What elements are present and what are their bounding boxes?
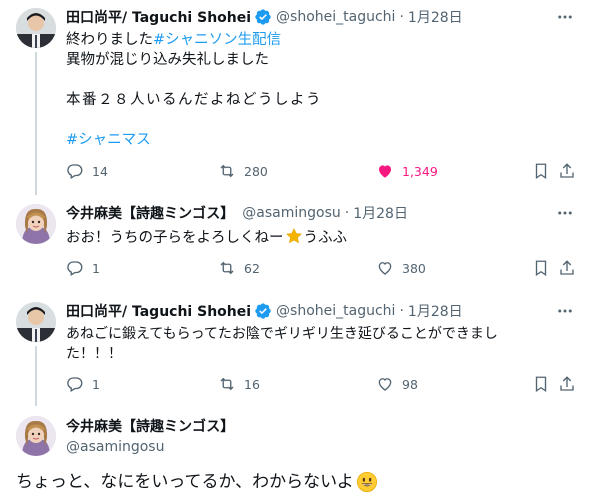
tweet-text-line: た！！！ — [66, 346, 122, 362]
user-handle[interactable]: @shohei_taguchi — [276, 303, 395, 319]
repost-icon — [220, 377, 234, 391]
bookmark-button[interactable] — [532, 258, 558, 278]
repost-button[interactable]: 280 — [218, 161, 268, 181]
reply-button[interactable]: 1 — [66, 258, 100, 278]
share-button[interactable] — [558, 374, 584, 394]
tweet-text-line: 本番２８人いるんだよねどうしよう — [66, 92, 322, 108]
tweet-header: 田口尚平/ Taguchi Shohei @shohei_taguchi · 1… — [66, 301, 463, 321]
like-button[interactable]: 380 — [376, 258, 426, 278]
verified-badge-icon — [255, 9, 271, 25]
more-options-icon[interactable] — [554, 300, 576, 322]
tweet-text-line: おお！うちの子らをよろしくねー — [66, 230, 284, 246]
heart-icon — [378, 378, 392, 391]
avatar[interactable] — [16, 204, 56, 244]
reply-icon — [67, 377, 83, 392]
tweet-text-line: ちょっと、なにをいってるか、わからないよ — [16, 472, 354, 492]
share-icon — [560, 163, 574, 178]
like-button[interactable]: 98 — [376, 374, 418, 394]
focused-tweet[interactable]: 今井麻美【詩趣ミンゴス】 @asamingosu ちょっと、なにをいってるか、わ… — [0, 406, 592, 502]
tweet-text-line: うふふ — [303, 230, 348, 246]
repost-count: 62 — [244, 260, 260, 276]
star-emoji-icon — [285, 227, 302, 244]
repost-count: 16 — [244, 376, 260, 392]
tweet-text: 終わりました#シャニソン生配信 異物が混じり込み失礼しました 本番２８人いるんだ… — [66, 30, 566, 150]
like-count: 98 — [402, 376, 418, 392]
tweet-actions: 1 62 380 — [66, 258, 576, 278]
tweet-header: 今井麻美【詩趣ミンゴス】 @asamingosu · 1月28日 — [66, 203, 408, 223]
tweet-header-handle: @asamingosu — [66, 437, 164, 457]
bookmark-icon — [535, 376, 547, 393]
share-icon — [560, 376, 574, 391]
bookmark-button[interactable] — [532, 374, 558, 394]
user-handle[interactable]: @asamingosu — [242, 205, 340, 221]
tweet-date[interactable]: 1月28日 — [408, 301, 463, 321]
tweet-3[interactable]: 田口尚平/ Taguchi Shohei @shohei_taguchi · 1… — [0, 294, 592, 406]
reply-count: 14 — [92, 163, 108, 179]
tweet-date[interactable]: 1月28日 — [353, 203, 408, 223]
tweet-date[interactable]: 1月28日 — [408, 7, 463, 27]
repost-icon — [220, 164, 234, 178]
grinning-face-emoji-icon — [356, 472, 377, 492]
share-icon — [560, 260, 574, 275]
repost-button[interactable]: 16 — [218, 374, 260, 394]
verified-badge-icon — [255, 303, 271, 319]
avatar[interactable] — [16, 416, 56, 456]
separator-dot: · — [399, 9, 404, 25]
thread-line — [35, 346, 37, 406]
reply-icon — [67, 261, 83, 276]
tweet-text: あねごに鍛えてもらってたお陰でギリギリ生き延びることができまし た！！！ — [66, 324, 566, 364]
avatar[interactable] — [16, 8, 56, 48]
bookmark-icon — [535, 260, 547, 277]
tweet-text-line: 終わりました — [66, 32, 153, 48]
tweet-header: 田口尚平/ Taguchi Shohei @shohei_taguchi · 1… — [66, 7, 463, 27]
tweet-text: おお！うちの子らをよろしくねー うふふ — [66, 227, 566, 248]
separator-dot: · — [344, 205, 350, 221]
tweet-1[interactable]: 田口尚平/ Taguchi Shohei @shohei_taguchi · 1… — [0, 0, 592, 195]
share-button[interactable] — [558, 161, 584, 181]
user-handle[interactable]: @asamingosu — [66, 439, 164, 455]
tweet-text-line: 異物が混じり込み失礼しました — [66, 52, 269, 68]
like-button[interactable]: 1,349 — [376, 161, 438, 181]
repost-icon — [220, 261, 234, 275]
repost-button[interactable]: 62 — [218, 258, 260, 278]
display-name[interactable]: 今井麻美【詩趣ミンゴス】 — [66, 416, 234, 436]
repost-count: 280 — [244, 163, 268, 179]
bookmark-button[interactable] — [532, 161, 558, 181]
tweet-text-line: あねごに鍛えてもらってたお陰でギリギリ生き延びることができまし — [66, 326, 498, 342]
separator-dot: · — [399, 303, 404, 319]
display-name[interactable]: 今井麻美【詩趣ミンゴス】 — [66, 203, 234, 223]
avatar[interactable] — [16, 302, 56, 342]
thread-line — [35, 52, 37, 195]
hashtag-link[interactable]: #シャニマス — [66, 132, 151, 148]
more-options-icon[interactable] — [554, 202, 576, 224]
reply-count: 1 — [92, 376, 100, 392]
display-name[interactable]: 田口尚平/ Taguchi Shohei — [66, 7, 251, 27]
tweet-text: ちょっと、なにをいってるか、わからないよ — [16, 470, 378, 494]
tweet-2[interactable]: 今井麻美【詩趣ミンゴス】 @asamingosu · 1月28日 おお！うちの子… — [0, 195, 592, 294]
tweet-header: 今井麻美【詩趣ミンゴス】 — [66, 416, 234, 436]
heart-icon — [378, 262, 392, 275]
tweet-actions: 1 16 98 — [66, 374, 576, 394]
like-count: 380 — [402, 260, 426, 276]
bookmark-icon — [535, 163, 547, 180]
reply-icon — [67, 164, 83, 179]
hashtag-link[interactable]: #シャニソン生配信 — [153, 32, 281, 48]
like-count: 1,349 — [402, 163, 438, 179]
reply-button[interactable]: 1 — [66, 374, 100, 394]
display-name[interactable]: 田口尚平/ Taguchi Shohei — [66, 301, 251, 321]
tweet-actions: 14 280 1,349 — [66, 161, 576, 181]
heart-filled-icon — [379, 165, 391, 178]
user-handle[interactable]: @shohei_taguchi — [276, 9, 395, 25]
reply-count: 1 — [92, 260, 100, 276]
share-button[interactable] — [558, 258, 584, 278]
more-options-icon[interactable] — [554, 6, 576, 28]
reply-button[interactable]: 14 — [66, 161, 108, 181]
